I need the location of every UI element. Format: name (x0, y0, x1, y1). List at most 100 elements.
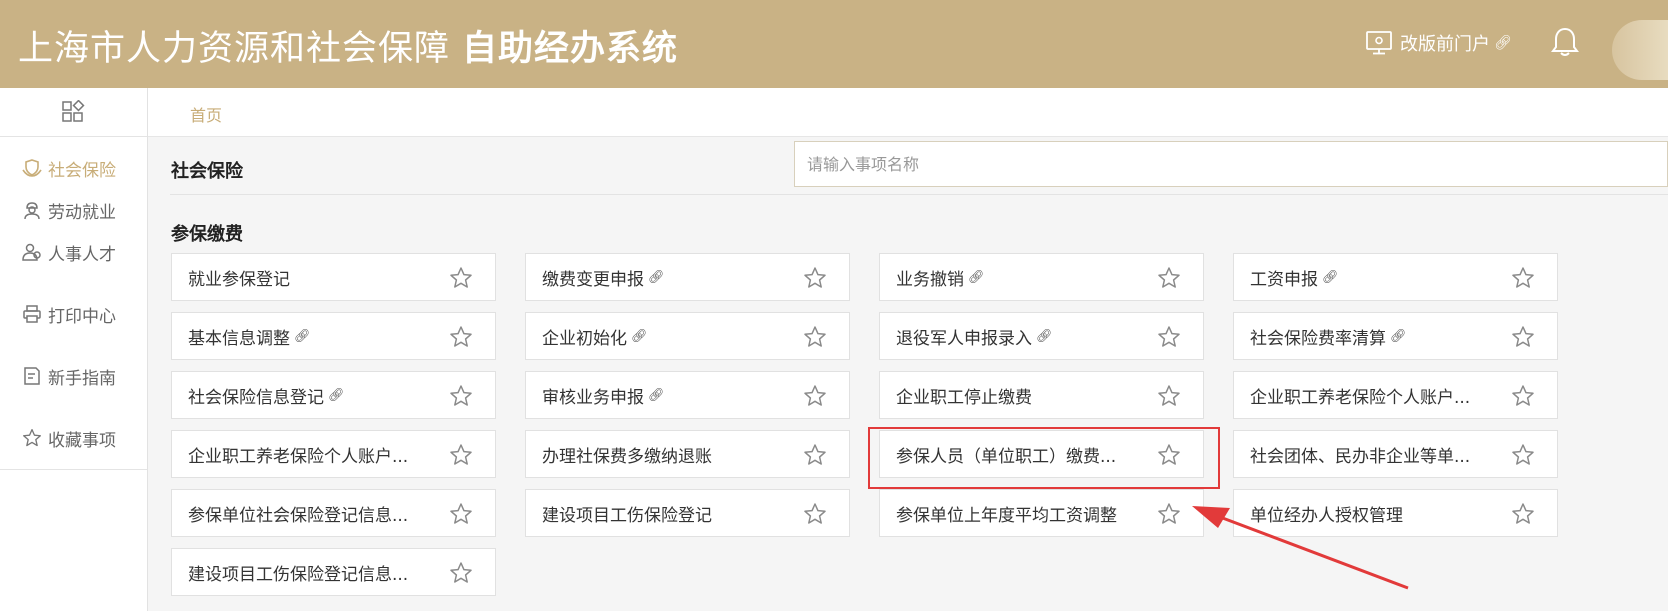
service-item[interactable]: 参保单位上年度平均工资调整 (879, 489, 1204, 537)
shield-hand-icon (22, 159, 42, 177)
favorite-star-icon[interactable] (1511, 443, 1535, 467)
service-item-label: 参保单位上年度平均工资调整 (896, 505, 1117, 526)
breadcrumb-bar: 首页 (148, 88, 1668, 137)
favorite-star-icon[interactable] (1157, 384, 1181, 408)
favorite-star-icon[interactable] (803, 325, 827, 349)
service-item[interactable]: 企业职工养老保险个人账户... (1233, 371, 1558, 419)
service-item[interactable]: 社会保险信息登记 🔗︎ (171, 371, 496, 419)
service-item-label: 基本信息调整 (188, 328, 290, 349)
sidebar-item-label: 社会保险 (48, 160, 116, 181)
service-item[interactable]: 工资申报 🔗︎ (1233, 253, 1558, 301)
service-item-label: 退役军人申报录入 (896, 328, 1032, 349)
favorite-star-icon[interactable] (803, 384, 827, 408)
service-item[interactable]: 参保单位社会保险登记信息... (171, 489, 496, 537)
app-title-regular: 上海市人力资源和社会保障 (18, 29, 451, 69)
sidebar-nav: 社会保险 劳动就业 人事人才 打印中心 新手指南 收藏事项 (0, 137, 147, 470)
service-item[interactable]: 退役军人申报录入 🔗︎ (879, 312, 1204, 360)
breadcrumb-home[interactable]: 首页 (190, 102, 222, 126)
link-icon: 🔗︎ (294, 328, 311, 344)
service-item-label: 企业职工停止缴费 (896, 387, 1032, 408)
sidebar-item-label: 新手指南 (48, 368, 116, 389)
service-item-label: 社会保险信息登记 (188, 387, 324, 408)
sidebar-item-employment[interactable]: 劳动就业 (0, 189, 147, 231)
sidebar-item-personnel[interactable]: 人事人才 (0, 231, 147, 273)
favorite-star-icon[interactable] (1511, 384, 1535, 408)
link-icon: 🔗︎ (328, 387, 345, 403)
search-input[interactable] (794, 141, 1668, 187)
service-item-label: 审核业务申报 (542, 387, 644, 408)
section-title: 社会保险 (171, 161, 243, 182)
service-item[interactable]: 建设项目工伤保险登记信息... (171, 548, 496, 596)
service-item[interactable]: 业务撤销 🔗︎ (879, 253, 1204, 301)
favorite-star-icon[interactable] (449, 561, 473, 585)
link-icon: 🔗︎ (1494, 35, 1512, 51)
service-item[interactable]: 办理社保费多缴纳退账 (525, 430, 850, 478)
sidebar-item-guide[interactable]: 新手指南 (0, 355, 147, 397)
favorite-star-icon[interactable] (803, 443, 827, 467)
group-title: 参保缴费 (171, 224, 243, 245)
service-item[interactable]: 社会保险费率清算 🔗︎ (1233, 312, 1558, 360)
service-item[interactable]: 就业参保登记 (171, 253, 496, 301)
favorite-star-icon[interactable] (803, 266, 827, 290)
divider (170, 194, 1668, 195)
favorite-star-icon[interactable] (449, 325, 473, 349)
service-item[interactable]: 基本信息调整 🔗︎ (171, 312, 496, 360)
sidebar-item-label: 人事人才 (48, 244, 116, 265)
sidebar-item-label: 收藏事项 (48, 430, 116, 451)
service-item-label: 参保单位社会保险登记信息... (188, 505, 409, 526)
favorite-star-icon[interactable] (449, 443, 473, 467)
service-item-label: 建设项目工伤保险登记 (542, 505, 712, 526)
favorite-star-icon[interactable] (1157, 502, 1181, 526)
apps-grid-icon (61, 100, 85, 122)
link-icon: 🔗︎ (1322, 269, 1339, 285)
favorite-star-icon[interactable] (803, 502, 827, 526)
sidebar: 社会保险 劳动就业 人事人才 打印中心 新手指南 收藏事项 (0, 88, 148, 611)
service-item-label: 工资申报 (1250, 269, 1318, 290)
top-header: 上海市人力资源和社会保障 自助经办系统 改版前门户 🔗︎ (0, 0, 1668, 88)
star-icon (23, 429, 41, 447)
favorite-star-icon[interactable] (1157, 266, 1181, 290)
service-item[interactable]: 参保人员（单位职工）缴费... (879, 430, 1204, 478)
old-portal-link[interactable]: 改版前门户 🔗︎ (1366, 30, 1512, 56)
service-item-label: 企业职工养老保险个人账户... (1250, 387, 1471, 408)
favorite-star-icon[interactable] (449, 384, 473, 408)
service-item-label: 建设项目工伤保险登记信息... (188, 564, 409, 585)
favorite-star-icon[interactable] (1157, 443, 1181, 467)
favorite-star-icon[interactable] (1157, 325, 1181, 349)
sidebar-item-favorites[interactable]: 收藏事项 (0, 417, 147, 459)
sidebar-toggle[interactable] (0, 88, 147, 137)
monitor-gear-icon (1366, 31, 1392, 55)
app-title-bold: 自助经办系统 (462, 29, 679, 69)
service-item[interactable]: 审核业务申报 🔗︎ (525, 371, 850, 419)
favorite-star-icon[interactable] (449, 502, 473, 526)
old-portal-label: 改版前门户 (1400, 34, 1490, 55)
link-icon: 🔗︎ (631, 328, 648, 344)
service-item[interactable]: 单位经办人授权管理 (1233, 489, 1558, 537)
service-item-label: 单位经办人授权管理 (1250, 505, 1403, 526)
service-item[interactable]: 缴费变更申报 🔗︎ (525, 253, 850, 301)
link-icon: 🔗︎ (1390, 328, 1407, 344)
link-icon: 🔗︎ (968, 269, 985, 285)
sidebar-item-social-insurance[interactable]: 社会保险 (0, 147, 147, 189)
bell-icon[interactable] (1550, 26, 1580, 58)
service-item[interactable]: 建设项目工伤保险登记 (525, 489, 850, 537)
sidebar-item-label: 劳动就业 (48, 202, 116, 223)
service-item[interactable]: 企业职工养老保险个人账户... (171, 430, 496, 478)
link-icon: 🔗︎ (1036, 328, 1053, 344)
avatar[interactable] (1612, 20, 1668, 80)
favorite-star-icon[interactable] (1511, 266, 1535, 290)
service-item[interactable]: 社会团体、民办非企业等单... (1233, 430, 1558, 478)
link-icon: 🔗︎ (648, 387, 665, 403)
service-item-label: 办理社保费多缴纳退账 (542, 446, 712, 467)
favorite-star-icon[interactable] (1511, 325, 1535, 349)
service-item-label: 企业初始化 (542, 328, 627, 349)
service-item[interactable]: 企业职工停止缴费 (879, 371, 1204, 419)
favorite-star-icon[interactable] (1511, 502, 1535, 526)
favorite-star-icon[interactable] (449, 266, 473, 290)
service-item[interactable]: 企业初始化 🔗︎ (525, 312, 850, 360)
sidebar-item-print-center[interactable]: 打印中心 (0, 293, 147, 335)
service-item-label: 社会团体、民办非企业等单... (1250, 446, 1471, 467)
main-content: 社会保险 参保缴费 就业参保登记缴费变更申报🔗︎业务撤销🔗︎工资申报🔗︎基本信息… (148, 137, 1668, 611)
service-item-label: 企业职工养老保险个人账户... (188, 446, 409, 467)
service-item-label: 缴费变更申报 (542, 269, 644, 290)
